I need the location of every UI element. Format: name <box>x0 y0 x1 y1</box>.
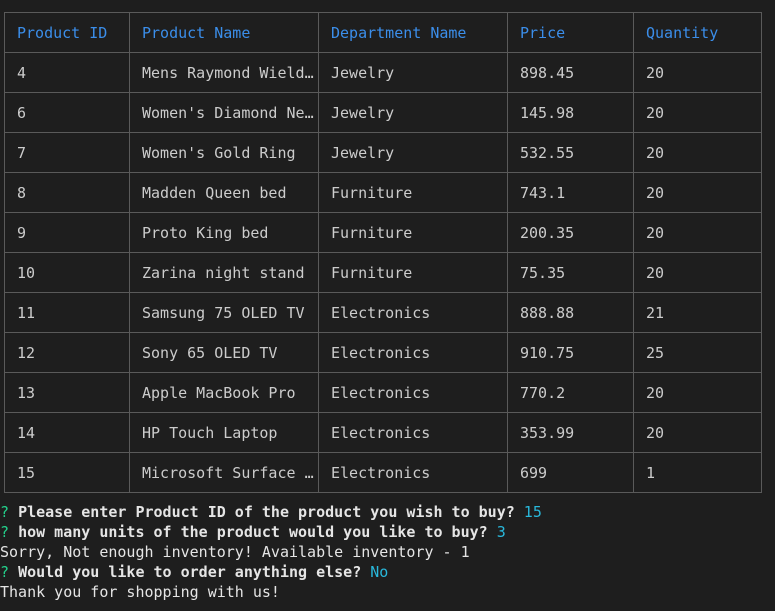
table-row: 14 HP Touch Laptop Electronics 353.99 20 <box>4 412 762 453</box>
cell-department: Jewelry <box>318 132 508 173</box>
answer-product-id: 15 <box>523 503 542 521</box>
cell-product-name: Madden Queen bed <box>129 172 319 213</box>
table-row: 10 Zarina night stand Furniture 75.35 20 <box>4 252 762 293</box>
table-row: 13 Apple MacBook Pro Electronics 770.2 2… <box>4 372 762 413</box>
cell-product-id: 7 <box>4 132 130 173</box>
cell-price: 743.1 <box>507 172 634 213</box>
table-row: 4 Mens Raymond Wielding Ring Jewelry 898… <box>4 52 762 93</box>
cell-quantity: 25 <box>633 332 762 373</box>
cell-price: 353.99 <box>507 412 634 453</box>
table-row: 12 Sony 65 OLED TV Electronics 910.75 25 <box>4 332 762 373</box>
cell-quantity: 21 <box>633 292 762 333</box>
terminal-window[interactable]: Product ID Product Name Department Name … <box>0 0 775 611</box>
cell-quantity: 20 <box>633 412 762 453</box>
cell-department: Electronics <box>318 372 508 413</box>
cell-department: Jewelry <box>318 52 508 93</box>
prompt-area: ? Please enter Product ID of the product… <box>0 502 775 602</box>
cell-price: 699 <box>507 452 634 493</box>
table-row: 6 Women's Diamond Necklace Jewelry 145.9… <box>4 92 762 133</box>
cell-product-id: 6 <box>4 92 130 133</box>
question-units: ? how many units of the product would yo… <box>0 522 775 542</box>
cell-product-id: 11 <box>4 292 130 333</box>
cell-price: 770.2 <box>507 372 634 413</box>
table-row: 9 Proto King bed Furniture 200.35 20 <box>4 212 762 253</box>
cell-product-name: Microsoft Surface Laptop <box>129 452 319 493</box>
cell-department: Furniture <box>318 212 508 253</box>
question-text: Please enter Product ID of the product y… <box>18 503 515 521</box>
cell-department: Electronics <box>318 292 508 333</box>
cell-product-name: Mens Raymond Wielding Ring <box>129 52 319 93</box>
header-quantity: Quantity <box>633 12 762 53</box>
cell-product-name: Women's Diamond Necklace <box>129 92 319 133</box>
cell-product-name: Sony 65 OLED TV <box>129 332 319 373</box>
question-text: Would you like to order anything else? <box>18 563 362 581</box>
cell-product-id: 12 <box>4 332 130 373</box>
cell-price: 145.98 <box>507 92 634 133</box>
header-product-id: Product ID <box>4 12 130 53</box>
cell-product-name: Zarina night stand <box>129 252 319 293</box>
cell-department: Furniture <box>318 252 508 293</box>
cell-product-id: 14 <box>4 412 130 453</box>
cell-department: Jewelry <box>318 92 508 133</box>
cell-product-name: Women's Gold Ring <box>129 132 319 173</box>
cell-product-id: 10 <box>4 252 130 293</box>
cell-price: 910.75 <box>507 332 634 373</box>
table-row: 7 Women's Gold Ring Jewelry 532.55 20 <box>4 132 762 173</box>
cell-quantity: 20 <box>633 172 762 213</box>
header-product-name: Product Name <box>129 12 319 53</box>
table-row: 8 Madden Queen bed Furniture 743.1 20 <box>4 172 762 213</box>
cell-quantity: 1 <box>633 452 762 493</box>
cell-department: Electronics <box>318 332 508 373</box>
header-department-name: Department Name <box>318 12 508 53</box>
cell-quantity: 20 <box>633 92 762 133</box>
cell-product-name: Proto King bed <box>129 212 319 253</box>
cell-price: 200.35 <box>507 212 634 253</box>
answer-order-again: No <box>370 563 389 581</box>
cell-price: 75.35 <box>507 252 634 293</box>
cell-product-name: Apple MacBook Pro <box>129 372 319 413</box>
farewell-message: Thank you for shopping with us! <box>0 583 280 601</box>
answer-units: 3 <box>496 523 506 541</box>
cell-quantity: 20 <box>633 252 762 293</box>
cell-quantity: 20 <box>633 132 762 173</box>
products-table: Product ID Product Name Department Name … <box>4 12 762 493</box>
header-price: Price <box>507 12 634 53</box>
cell-price: 532.55 <box>507 132 634 173</box>
error-message: Sorry, Not enough inventory! Available i… <box>0 543 470 561</box>
cell-price: 898.45 <box>507 52 634 93</box>
cell-product-name: HP Touch Laptop <box>129 412 319 453</box>
cell-product-id: 15 <box>4 452 130 493</box>
cell-product-name: Samsung 75 OLED TV <box>129 292 319 333</box>
cell-product-id: 4 <box>4 52 130 93</box>
cell-quantity: 20 <box>633 52 762 93</box>
question-order-again: ? Would you like to order anything else?… <box>0 562 775 582</box>
cell-quantity: 20 <box>633 212 762 253</box>
table-row: 11 Samsung 75 OLED TV Electronics 888.88… <box>4 292 762 333</box>
cell-quantity: 20 <box>633 372 762 413</box>
prompt-marker: ? <box>0 503 10 521</box>
prompt-marker: ? <box>0 563 10 581</box>
cell-product-id: 9 <box>4 212 130 253</box>
table-row: 15 Microsoft Surface Laptop Electronics … <box>4 452 762 493</box>
cell-product-id: 13 <box>4 372 130 413</box>
cell-department: Electronics <box>318 412 508 453</box>
cell-price: 888.88 <box>507 292 634 333</box>
question-text: how many units of the product would you … <box>18 523 488 541</box>
cell-department: Furniture <box>318 172 508 213</box>
prompt-marker: ? <box>0 523 10 541</box>
cell-product-id: 8 <box>4 172 130 213</box>
cell-department: Electronics <box>318 452 508 493</box>
table-header-row: Product ID Product Name Department Name … <box>4 12 762 53</box>
question-product-id: ? Please enter Product ID of the product… <box>0 502 775 522</box>
